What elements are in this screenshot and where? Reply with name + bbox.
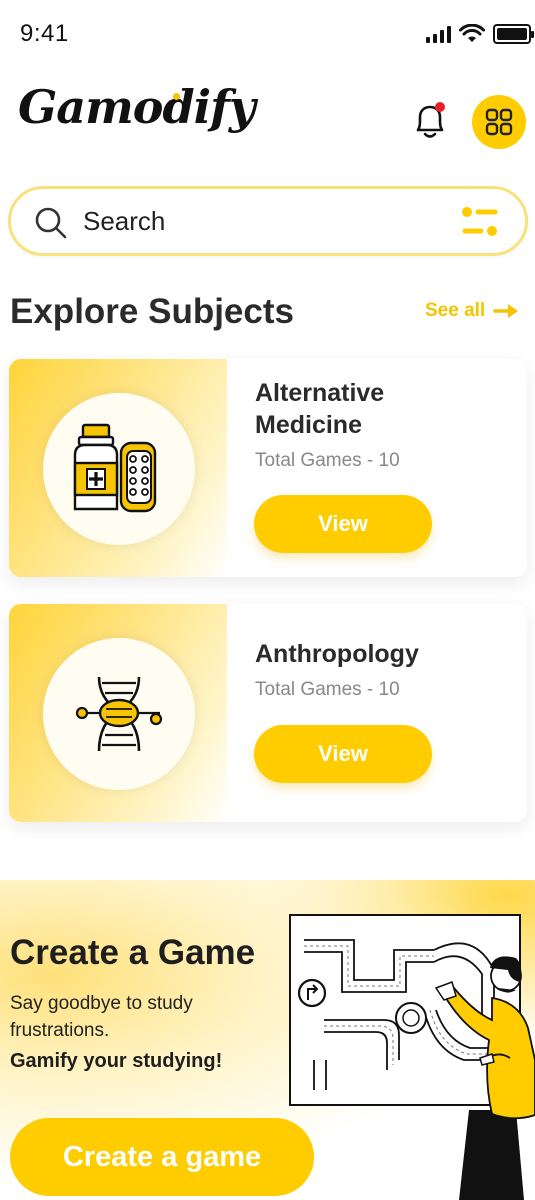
- view-button[interactable]: View: [254, 725, 432, 783]
- subject-card[interactable]: Anthropology Total Games - 10 View: [9, 604, 527, 822]
- see-all-label: See all: [425, 300, 486, 321]
- card-art: [9, 604, 227, 822]
- dna-icon: [75, 676, 163, 752]
- create-game-button[interactable]: Create a game: [10, 1118, 314, 1196]
- search-bar[interactable]: [8, 186, 528, 256]
- create-game-tagline: Gamify your studying!: [10, 1050, 223, 1072]
- subject-card[interactable]: Alternative Medicine Total Games - 10 Vi…: [9, 359, 527, 577]
- subject-title-line: Alternative: [255, 379, 385, 407]
- notification-dot: [435, 102, 445, 112]
- notification-bell-icon[interactable]: [410, 100, 450, 142]
- subject-title: Anthropology: [255, 640, 419, 668]
- card-icon-circle: [43, 393, 195, 545]
- search-input[interactable]: [83, 201, 443, 241]
- logo-dot: [173, 93, 180, 100]
- maze-illustration: [289, 914, 535, 1200]
- subject-title-line: Medicine: [255, 411, 362, 439]
- create-game-title: Create a Game: [10, 933, 256, 972]
- status-bar: 9:41: [0, 0, 535, 70]
- app-logo: Gamodify: [18, 80, 256, 134]
- filter-icon[interactable]: [461, 205, 499, 239]
- card-art: [9, 359, 227, 577]
- section-title: Explore Subjects: [10, 292, 294, 331]
- battery-icon: [493, 24, 534, 44]
- status-time: 9:41: [20, 20, 69, 47]
- subject-title: Alternative Medicine: [255, 377, 384, 441]
- signal-icon: [426, 25, 451, 43]
- total-games-label: Total Games - 10: [255, 450, 400, 471]
- status-icons: [426, 24, 534, 44]
- wifi-icon: [459, 24, 485, 42]
- create-game-description: Say goodbye to study frustrations.: [10, 993, 193, 1041]
- see-all-link[interactable]: See all: [425, 300, 521, 322]
- arrow-right-icon: [493, 304, 519, 318]
- view-button[interactable]: View: [254, 495, 432, 553]
- total-games-label: Total Games - 10: [255, 679, 400, 700]
- search-icon: [35, 207, 67, 239]
- grid-icon: [485, 108, 513, 136]
- card-icon-circle: [43, 638, 195, 790]
- menu-button[interactable]: [472, 95, 526, 149]
- medicine-icon: [73, 423, 157, 513]
